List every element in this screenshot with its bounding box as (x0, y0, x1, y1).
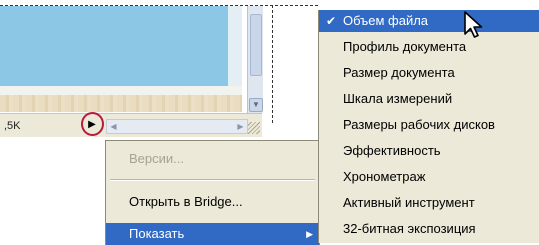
marquee-selection-right (272, 5, 273, 123)
menu-item-versions[interactable]: Версии... (106, 148, 319, 170)
check-mark-icon: ✔ (326, 14, 337, 28)
show-submenu: ✔ Объем файла Профиль документа Размер д… (318, 10, 539, 243)
canvas-image-wall (0, 95, 242, 112)
callout-circle (81, 112, 104, 136)
submenu-item-file-size[interactable]: ✔ Объем файла (319, 10, 539, 32)
canvas-image-frame (0, 86, 242, 95)
submenu-item-measurement-scale[interactable]: Шкала измерений (319, 88, 539, 110)
canvas-image-sky (0, 6, 228, 86)
submenu-item-label: Профиль документа (343, 39, 467, 54)
submenu-item-scratch-sizes[interactable]: Размеры рабочих дисков (319, 114, 539, 136)
menu-item-open-in-bridge[interactable]: Открыть в Bridge... (106, 191, 319, 213)
submenu-item-efficiency[interactable]: Эффективность (319, 140, 539, 162)
menu-item-show[interactable]: Показать ▶ (106, 223, 319, 245)
submenu-item-label: Шкала измерений (343, 91, 453, 106)
menu-separator (110, 179, 315, 181)
file-size-readout: ,5K (4, 120, 21, 132)
scroll-right-arrow-icon[interactable]: ▶ (234, 120, 247, 133)
submenu-item-label: Эффективность (343, 143, 441, 158)
submenu-item-current-tool[interactable]: Активный инструмент (319, 192, 539, 214)
horizontal-scrollbar[interactable]: ◀ ▶ (106, 119, 248, 134)
menu-item-label: Показать (129, 226, 185, 241)
marquee-selection-top (0, 5, 318, 6)
submenu-item-label: Размеры рабочих дисков (343, 117, 495, 132)
submenu-item-label: 32-битная экспозиция (343, 221, 476, 236)
submenu-item-label: Объем файла (343, 13, 429, 28)
arrow-pointer-icon (464, 11, 483, 38)
status-bar: ,5K ▶ ◀ ▶ (0, 113, 262, 137)
menu-item-label: Версии... (129, 151, 184, 166)
scroll-left-arrow-icon[interactable]: ◀ (107, 120, 120, 133)
submenu-item-label: Хронометраж (343, 169, 426, 184)
canvas-image-frame-post (228, 6, 242, 86)
submenu-item-document-profile[interactable]: Профиль документа (319, 36, 539, 58)
document-window: ▼ ,5K ▶ ◀ ▶ (0, 0, 272, 145)
submenu-item-label: Размер документа (343, 65, 455, 80)
resize-grip-icon[interactable] (248, 122, 260, 134)
submenu-item-document-size[interactable]: Размер документа (319, 62, 539, 84)
submenu-item-label: Активный инструмент (343, 195, 475, 210)
vertical-scrollbar[interactable]: ▼ (247, 6, 263, 113)
submenu-item-32bit-exposure[interactable]: 32-битная экспозиция (319, 218, 539, 240)
submenu-item-timing[interactable]: Хронометраж (319, 166, 539, 188)
menu-item-label: Открыть в Bridge... (129, 194, 243, 209)
submenu-arrow-icon: ▶ (306, 229, 313, 239)
vertical-scroll-thumb[interactable] (250, 14, 262, 76)
status-context-menu: Версии... Открыть в Bridge... Показать ▶ (105, 140, 320, 245)
scroll-down-arrow-icon[interactable]: ▼ (249, 98, 263, 112)
